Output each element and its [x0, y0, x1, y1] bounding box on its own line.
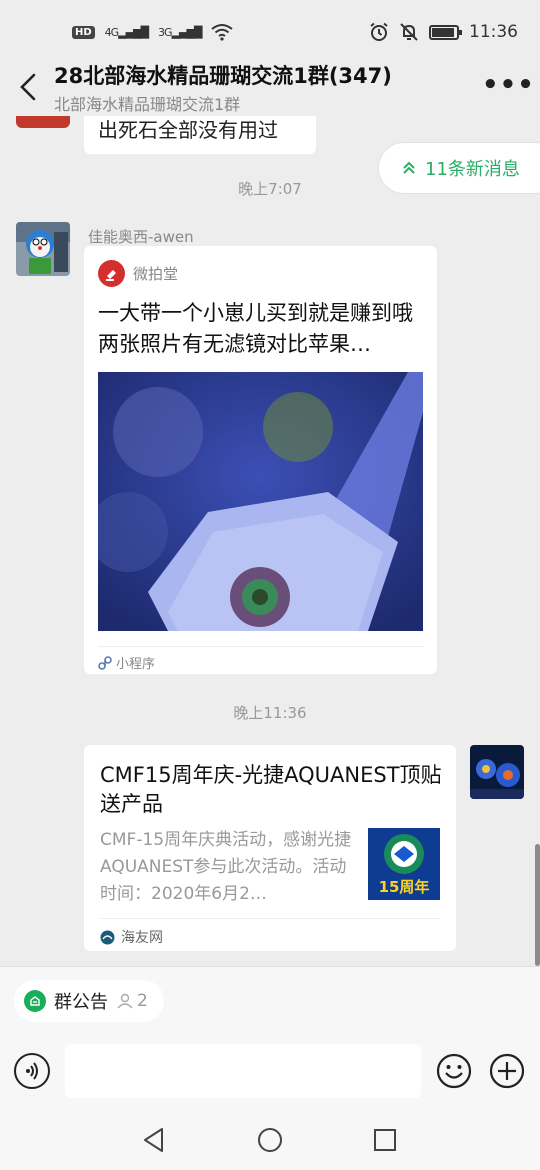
- signal-4g-icon: 4G▂▄▆█: [104, 25, 149, 39]
- voice-input-button[interactable]: [14, 1053, 50, 1089]
- chat-title: 28北部海水精品珊瑚交流1群(347): [54, 64, 392, 88]
- sender-name: 佳能奥西-awen: [88, 228, 194, 246]
- mini-program-source: 微拍堂: [98, 260, 178, 287]
- mini-program-label: 小程序: [116, 657, 156, 672]
- mini-program-name: 微拍堂: [133, 265, 179, 283]
- my-avatar[interactable]: [470, 745, 524, 799]
- weipaitang-logo-icon: [98, 260, 125, 287]
- system-nav-bar: [0, 1110, 540, 1170]
- message-bubble[interactable]: 出死石全部没有用过: [84, 116, 316, 154]
- avatar-image: [16, 222, 70, 276]
- chat-header: 28北部海水精品珊瑚交流1群(347) 北部海水精品珊瑚交流1群 •••: [0, 56, 540, 116]
- group-notice-button[interactable]: 群公告 2: [14, 980, 164, 1022]
- nav-home-button[interactable]: [256, 1126, 284, 1154]
- scrollbar-thumb[interactable]: [535, 844, 540, 966]
- link-card[interactable]: CMF15周年庆-光捷AQUANEST顶贴送产品 CMF-15周年庆典活动，感谢…: [84, 745, 456, 951]
- avatar-image: [470, 745, 524, 799]
- timestamp: 晚上7:07: [238, 180, 302, 198]
- notice-icon: [24, 990, 46, 1012]
- nav-back-button[interactable]: [140, 1126, 168, 1154]
- status-time: 11:36: [469, 22, 518, 42]
- group-notice-bar: 群公告 2: [0, 966, 540, 1034]
- link-footer: 海友网: [100, 918, 440, 947]
- back-arrow-icon: [20, 73, 36, 101]
- link-title: CMF15周年庆-光捷AQUANEST顶贴送产品: [100, 763, 442, 816]
- status-right: 11:36: [369, 22, 518, 42]
- more-options-button[interactable]: •••: [482, 70, 534, 100]
- person-icon: [117, 993, 133, 1009]
- mini-program-card[interactable]: 微拍堂 一大带一个小崽儿买到就是赚到哦两张照片有无滤镜对比苹果… 小程序: [84, 246, 437, 674]
- battery-icon: [429, 24, 462, 40]
- chat-subtitle: 北部海水精品珊瑚交流1群: [54, 95, 241, 114]
- input-bar: [0, 1034, 540, 1110]
- group-notice-label: 群公告: [54, 992, 108, 1013]
- wifi-icon: [211, 24, 234, 41]
- voice-icon: [26, 1062, 38, 1080]
- hd-badge: HD: [72, 25, 95, 39]
- back-button[interactable]: [14, 70, 42, 104]
- alarm-icon: [370, 22, 388, 41]
- link-source: 海友网: [121, 930, 163, 946]
- smiley-icon: [436, 1053, 472, 1089]
- plus-icon: [489, 1053, 525, 1089]
- mini-program-title: 一大带一个小崽儿买到就是赚到哦两张照片有无滤镜对比苹果…: [98, 301, 413, 356]
- emoji-button[interactable]: [436, 1053, 472, 1089]
- mini-program-footer: 小程序: [98, 646, 423, 672]
- mute-bell-icon: [400, 23, 418, 41]
- haiyou-logo-icon: [100, 930, 115, 944]
- double-chevron-up-icon: [403, 161, 415, 174]
- signal-3g-icon: 3G▂▄▆█: [158, 25, 202, 39]
- link-thumbnail: 15周年: [368, 828, 440, 900]
- mini-program-icon: [98, 655, 112, 670]
- message-input[interactable]: [65, 1044, 421, 1098]
- status-left: HD 4G▂▄▆█ 3G▂▄▆█: [72, 23, 234, 41]
- link-description: CMF-15周年庆典活动，感谢光捷AQUANEST参与此次活动。活动时间：202…: [100, 830, 352, 904]
- notice-reader-count: 2: [116, 991, 148, 1011]
- avatar[interactable]: [16, 222, 70, 276]
- more-actions-button[interactable]: [489, 1053, 525, 1089]
- triangle-back-icon: [144, 1128, 163, 1152]
- circle-home-icon: [258, 1128, 282, 1152]
- status-bar: HD 4G▂▄▆█ 3G▂▄▆█ 11:36: [0, 0, 540, 64]
- avatar[interactable]: [16, 116, 70, 128]
- square-recents-icon: [374, 1129, 396, 1151]
- coral-photo: [98, 372, 423, 631]
- thumb-caption: 15周年: [378, 878, 430, 896]
- chat-area[interactable]: 出死石全部没有用过 11条新消息 晚上7:07 佳能奥西-awen 微拍堂 一大…: [0, 116, 540, 966]
- timestamp: 晚上11:36: [233, 704, 307, 722]
- nav-recents-button[interactable]: [371, 1126, 399, 1154]
